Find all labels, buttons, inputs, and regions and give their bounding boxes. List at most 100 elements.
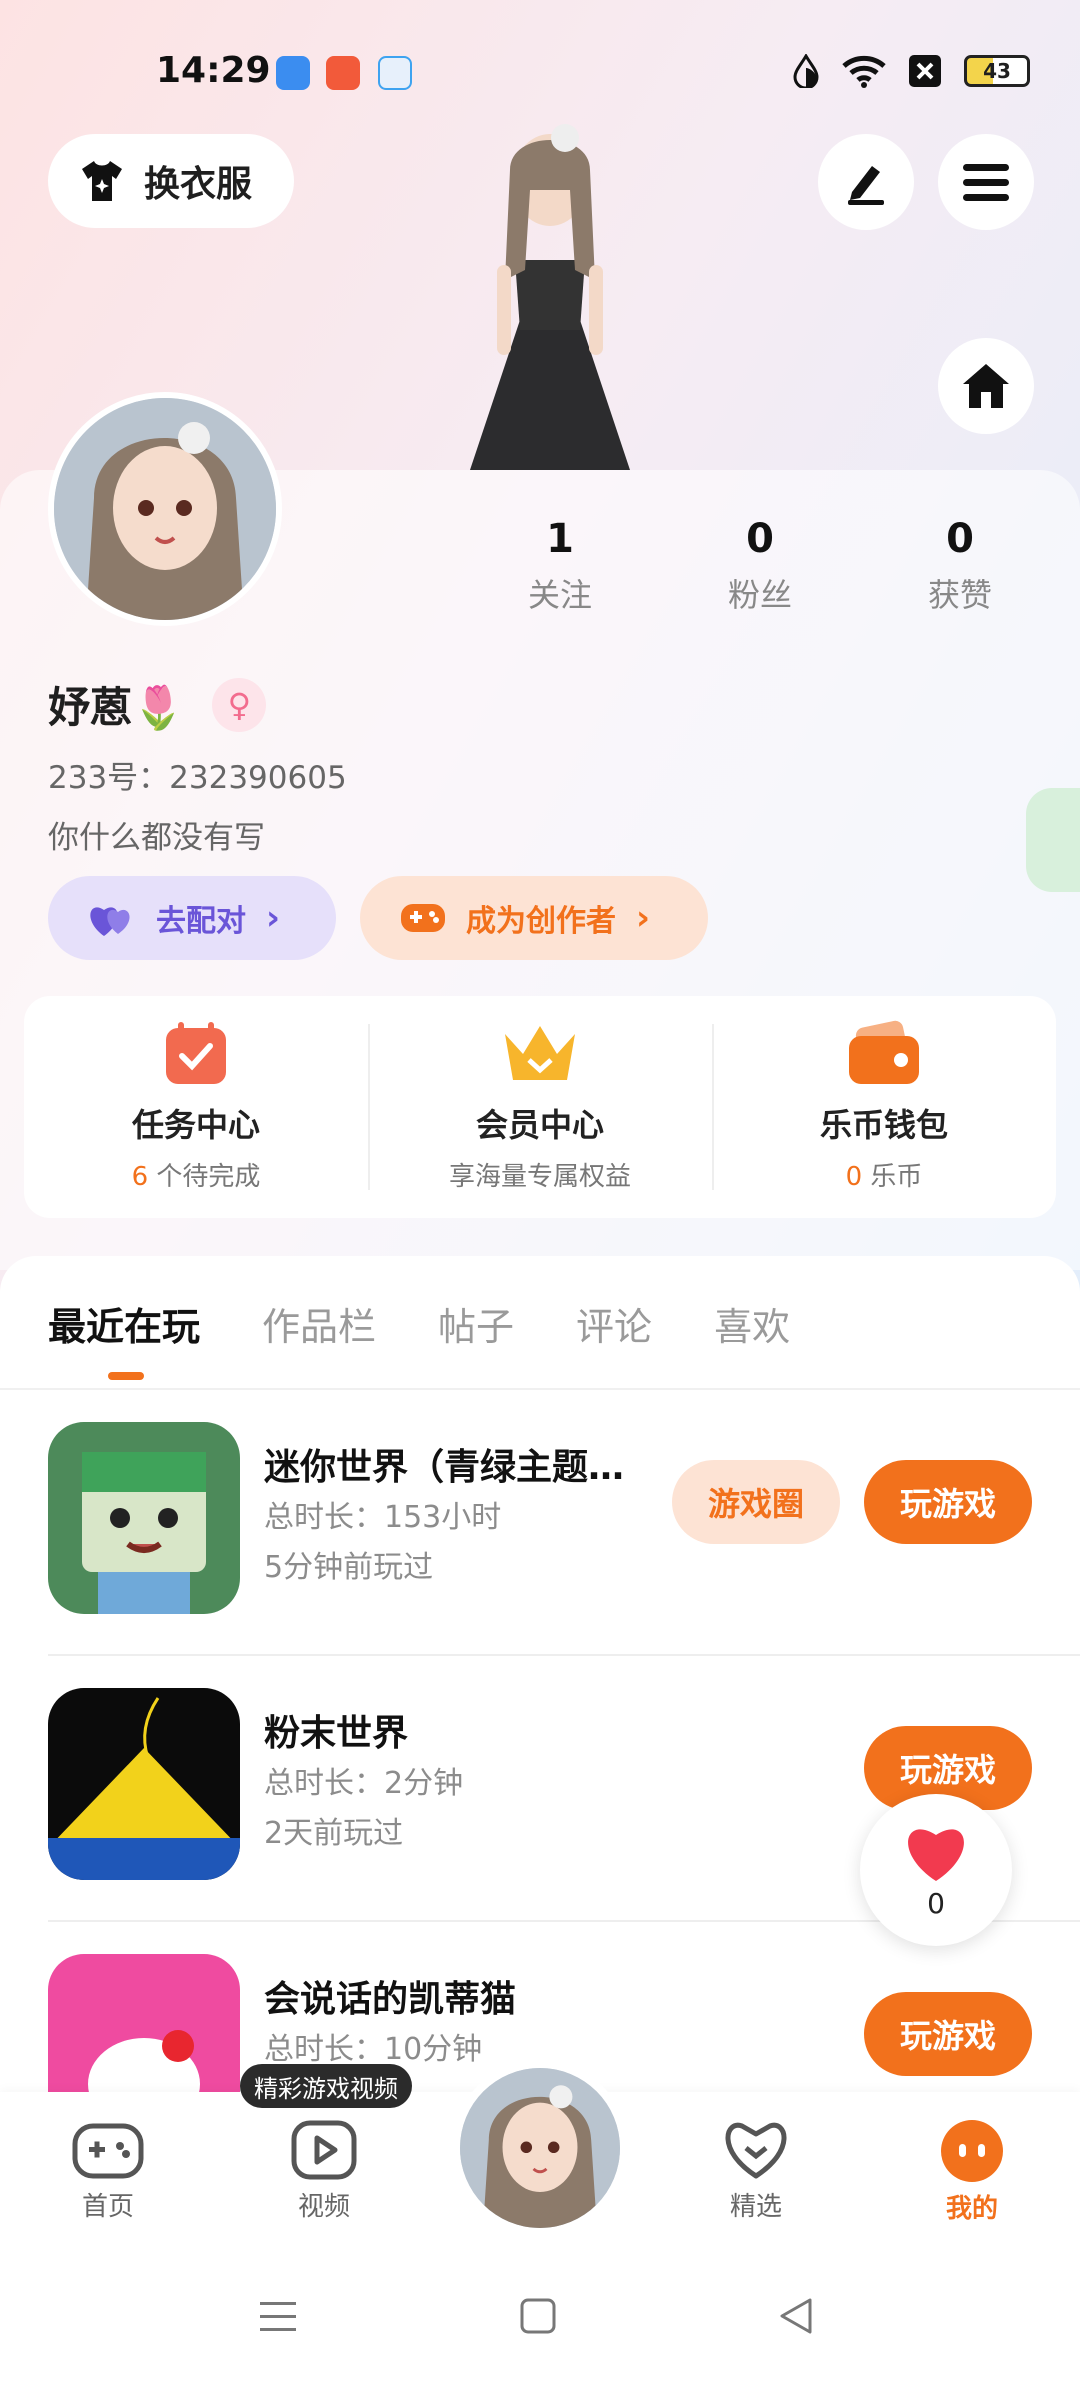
tab-likes[interactable]: 喜欢	[714, 1296, 790, 1351]
game-duration: 总时长：153小时	[264, 1500, 502, 1535]
chevron-right-icon: ›	[266, 898, 281, 938]
heart-gem-icon	[725, 2122, 787, 2179]
nickname: 妤蒽🌷	[48, 683, 185, 732]
edit-profile-button[interactable]	[818, 134, 914, 230]
stat-value: 1	[546, 516, 574, 562]
play-game-button[interactable]: 玩游戏	[864, 1460, 1032, 1544]
notification-app-icon	[326, 56, 360, 90]
stat-value: 0	[746, 516, 774, 562]
home-space-button[interactable]	[938, 338, 1034, 434]
wifi-icon	[842, 55, 886, 88]
chevron-right-icon: ›	[636, 898, 651, 938]
game-last-played: 5分钟前玩过	[264, 1550, 434, 1585]
match-label: 去配对	[156, 904, 246, 939]
tab-works[interactable]: 作品栏	[262, 1296, 376, 1351]
tab-recently-played[interactable]: 最近在玩	[48, 1296, 200, 1380]
notification-search-icon	[378, 56, 412, 90]
avatar-3d-figure	[470, 124, 630, 470]
change-outfit-label: 换衣服	[144, 164, 253, 205]
bio: 你什么都没有写	[48, 820, 265, 856]
game-icon	[48, 1688, 240, 1880]
game-last-played: 2天前玩过	[264, 1816, 404, 1851]
profile-tabs: 最近在玩 作品栏 帖子 评论 喜欢	[48, 1296, 790, 1380]
nav-avatar-button[interactable]	[452, 2060, 628, 2236]
gamepad-icon	[72, 2123, 144, 2179]
game-name: 粉末世界	[264, 1713, 409, 1754]
mini-world-game-icon	[48, 1422, 240, 1614]
house-icon	[963, 364, 1009, 408]
match-button[interactable]: 去配对 ›	[48, 876, 336, 960]
video-tooltip: 精彩游戏视频	[240, 2064, 412, 2108]
nav-label: 视频	[297, 2192, 350, 2222]
coin-wallet[interactable]: 乐币钱包 0 乐币	[712, 996, 1056, 1218]
nickname-row: 妤蒽🌷 ♀	[48, 674, 267, 735]
game-duration: 总时长：2分钟	[264, 1766, 464, 1801]
nav-label: 首页	[81, 2192, 134, 2222]
list-item[interactable]: 迷你世界（青绿主题… 总时长：153小时 5分钟前玩过 游戏圈 玩游戏	[0, 1390, 1080, 1656]
like-count: 0	[927, 1886, 945, 1920]
heart-icon	[908, 1828, 964, 1881]
battery-indicator: 43	[964, 55, 1030, 87]
tab-posts[interactable]: 帖子	[438, 1296, 514, 1351]
quick-action-title: 会员中心	[475, 1106, 604, 1144]
stat-likes[interactable]: 0 获赞	[860, 516, 1060, 616]
stat-value: 0	[946, 516, 974, 562]
game-icon	[48, 1422, 240, 1614]
content-section: 最近在玩 作品栏 帖子 评论 喜欢 迷你世界（青绿主题… 总时长：153小时 5…	[0, 1256, 1080, 2146]
side-chat-tab[interactable]	[1026, 788, 1080, 892]
quick-action-subtitle: 0 乐币	[845, 1162, 923, 1192]
powder-world-game-icon	[48, 1688, 240, 1880]
quick-actions-card: 任务中心 6 个待完成 会员中心 享海量专属权益 乐币钱包 0 乐币	[24, 996, 1056, 1218]
status-time: 14:29	[156, 50, 271, 91]
nav-avatar	[460, 2068, 620, 2228]
member-center[interactable]: 会员中心 享海量专属权益	[368, 996, 712, 1218]
smiley-face-icon	[941, 2120, 1003, 2182]
quick-action-title: 任务中心	[131, 1106, 260, 1144]
tab-comments[interactable]: 评论	[576, 1296, 652, 1351]
home-square-icon[interactable]	[518, 2296, 558, 2336]
menu-button[interactable]	[938, 134, 1034, 230]
recent-apps-icon[interactable]	[258, 2296, 298, 2336]
calendar-check-icon	[166, 1022, 226, 1084]
quick-action-subtitle: 享海量专属权益	[448, 1162, 631, 1192]
hamburger-menu-icon	[963, 164, 1009, 201]
notification-app-icon	[276, 56, 310, 90]
become-creator-button[interactable]: 成为创作者 ›	[360, 876, 708, 960]
nav-home[interactable]: 首页	[38, 2120, 178, 2223]
avatar-portrait	[460, 2068, 620, 2228]
avatar-portrait	[54, 398, 276, 620]
back-triangle-icon[interactable]	[776, 2296, 816, 2336]
stat-following[interactable]: 1 关注	[460, 516, 660, 616]
change-outfit-button[interactable]: 换衣服	[48, 134, 294, 228]
game-duration: 总时长：10分钟	[264, 2032, 483, 2067]
status-bar: 14:29 43	[0, 40, 1080, 110]
female-gender-icon: ♀	[212, 677, 267, 732]
stat-label: 关注	[527, 576, 592, 614]
floating-like-button[interactable]: 0	[860, 1794, 1012, 1946]
profile-avatar[interactable]	[48, 392, 282, 626]
system-navigation-bar	[0, 2240, 1080, 2400]
user-id: 233号：232390605	[48, 760, 347, 796]
pen-icon	[848, 166, 884, 205]
video-play-icon	[291, 2120, 357, 2180]
tshirt-icon	[82, 161, 122, 201]
become-creator-label: 成为创作者	[466, 904, 616, 939]
game-name: 迷你世界（青绿主题…	[264, 1447, 625, 1488]
double-heart-icon	[90, 907, 130, 936]
nav-label: 精选	[729, 2192, 782, 2222]
quick-action-subtitle: 6 个待完成	[131, 1162, 261, 1192]
task-center[interactable]: 任务中心 6 个待完成	[24, 996, 368, 1218]
nav-label: 我的	[945, 2194, 998, 2224]
nav-featured[interactable]: 精选	[686, 2120, 826, 2223]
nav-me[interactable]: 我的	[902, 2120, 1042, 2225]
quick-action-title: 乐币钱包	[819, 1106, 948, 1144]
stat-label: 获赞	[927, 576, 992, 614]
crown-icon	[505, 1026, 575, 1080]
play-game-button[interactable]: 玩游戏	[864, 1992, 1032, 2076]
profile-stats: 1 关注 0 粉丝 0 获赞	[460, 516, 1060, 616]
game-circle-button[interactable]: 游戏圈	[672, 1460, 840, 1544]
stat-label: 粉丝	[727, 576, 792, 614]
nav-video[interactable]: 视频	[254, 2120, 394, 2223]
wallet-icon	[849, 1020, 919, 1084]
stat-followers[interactable]: 0 粉丝	[660, 516, 860, 616]
